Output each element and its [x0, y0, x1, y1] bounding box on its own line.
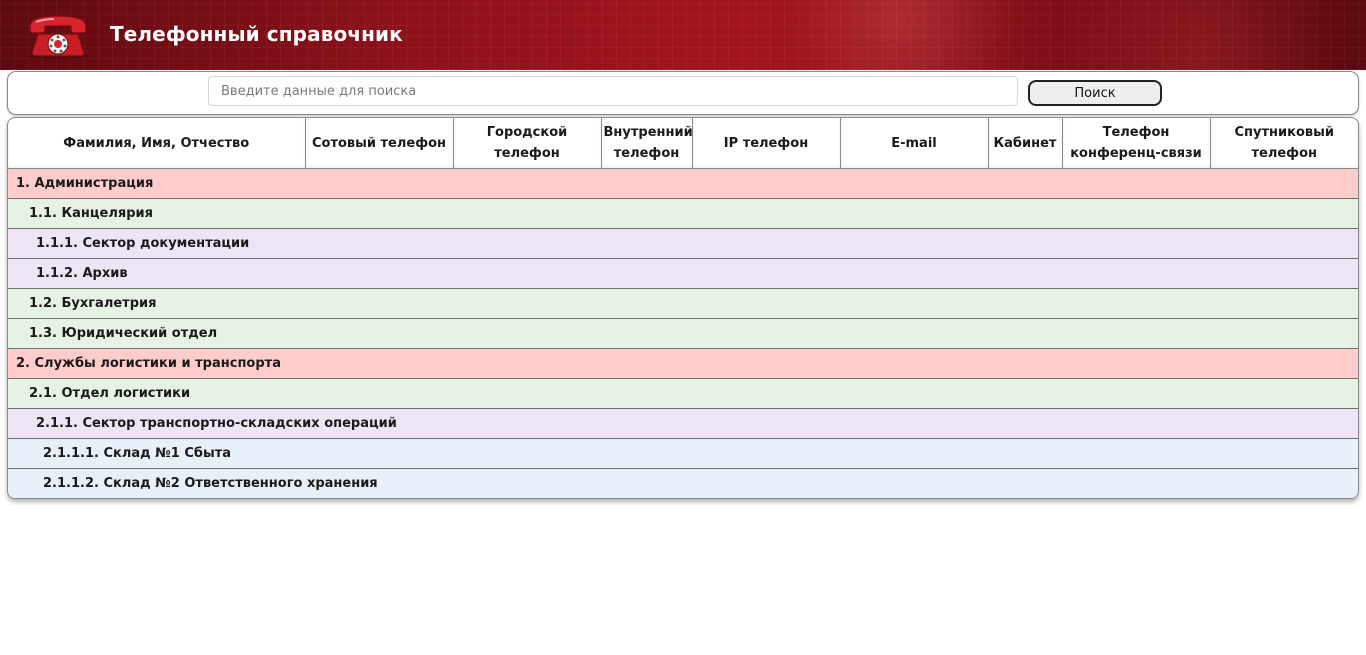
group-row[interactable]: 2.1. Отдел логистики — [8, 378, 1358, 409]
column-header-satellite-phone[interactable]: Спутниковый телефон — [1210, 118, 1358, 169]
table-header-row: Фамилия, Имя, Отчество Сотовый телефон Г… — [8, 118, 1358, 169]
header-banner: Телефонный справочник — [0, 0, 1366, 70]
column-header-internal-phone[interactable]: Внутренний телефон — [601, 118, 693, 169]
group-row[interactable]: 2.1.1.2. Склад №2 Ответственного хранени… — [8, 468, 1358, 498]
group-row-label[interactable]: 1.1. Канцелярия — [8, 198, 1358, 229]
group-row-label[interactable]: 1.2. Бухгалетрия — [8, 288, 1358, 319]
group-row[interactable]: 1.3. Юридический отдел — [8, 318, 1358, 349]
group-row-label[interactable]: 1.3. Юридический отдел — [8, 318, 1358, 349]
group-row-label[interactable]: 1. Администрация — [8, 168, 1358, 199]
group-row[interactable]: 2. Службы логистики и транспорта — [8, 348, 1358, 379]
group-row-label[interactable]: 2.1.1.2. Склад №2 Ответственного хранени… — [8, 468, 1358, 498]
search-button[interactable]: Поиск — [1028, 80, 1162, 106]
group-row[interactable]: 2.1.1.1. Склад №1 Сбыта — [8, 438, 1358, 469]
group-row-label[interactable]: 1.1.1. Сектор документации — [8, 228, 1358, 259]
column-header-name[interactable]: Фамилия, Имя, Отчество — [8, 118, 306, 169]
group-row[interactable]: 1.1. Канцелярия — [8, 198, 1358, 229]
group-row-label[interactable]: 2.1. Отдел логистики — [8, 378, 1358, 409]
group-row[interactable]: 1.1.1. Сектор документации — [8, 228, 1358, 259]
group-row[interactable]: 1. Администрация — [8, 168, 1358, 199]
group-row[interactable]: 1.2. Бухгалетрия — [8, 288, 1358, 319]
group-row-label[interactable]: 2.1.1. Сектор транспортно-складских опер… — [8, 408, 1358, 439]
group-row-label[interactable]: 2. Службы логистики и транспорта — [8, 348, 1358, 379]
search-panel: Поиск — [7, 71, 1359, 115]
group-row-label[interactable]: 2.1.1.1. Склад №1 Сбыта — [8, 438, 1358, 469]
search-input[interactable] — [208, 76, 1018, 106]
column-header-office[interactable]: Кабинет — [988, 118, 1063, 169]
column-header-mobile[interactable]: Сотовый телефон — [305, 118, 454, 169]
page-title: Телефонный справочник — [110, 22, 403, 46]
column-header-city-phone[interactable]: Городской телефон — [453, 118, 602, 169]
group-row[interactable]: 1.1.2. Архив — [8, 258, 1358, 289]
column-header-ip-phone[interactable]: IP телефон — [692, 118, 841, 169]
red-phone-icon[interactable] — [24, 12, 92, 60]
column-header-email[interactable]: E-mail — [840, 118, 989, 169]
directory-table: Фамилия, Имя, Отчество Сотовый телефон Г… — [7, 117, 1359, 499]
group-row[interactable]: 2.1.1. Сектор транспортно-складских опер… — [8, 408, 1358, 439]
group-row-label[interactable]: 1.1.2. Архив — [8, 258, 1358, 289]
column-header-conference-phone[interactable]: Телефон конференц-связи — [1062, 118, 1211, 169]
